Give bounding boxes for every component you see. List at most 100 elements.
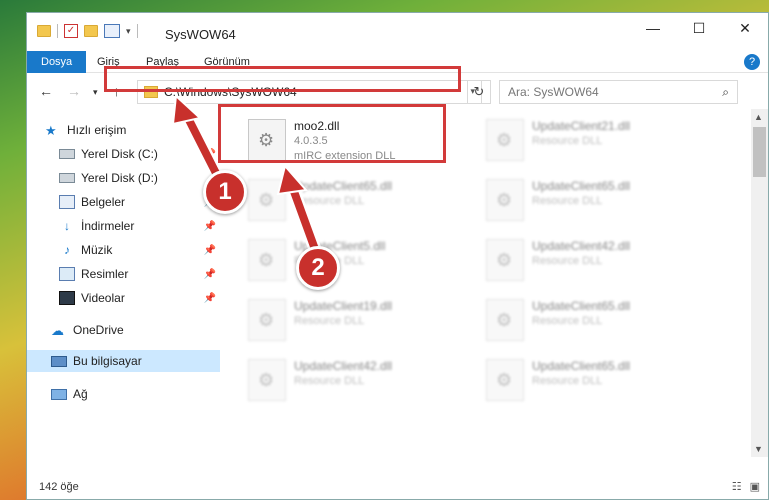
- dll-file-icon: [486, 239, 524, 281]
- file-description: Resource DLL: [532, 375, 603, 387]
- sidebar-item-music[interactable]: ♪ Müzik 📌: [27, 239, 220, 261]
- file-name: UpdateClient65.dll: [294, 179, 393, 193]
- sidebar-item-label: OneDrive: [73, 323, 124, 337]
- address-highlight-box: [104, 66, 461, 92]
- pin-icon[interactable]: 📌: [204, 149, 216, 160]
- help-icon[interactable]: ?: [744, 54, 760, 70]
- divider: [57, 24, 58, 38]
- computer-icon: [51, 355, 67, 367]
- sidebar-item-videos[interactable]: Videolar 📌: [27, 287, 220, 309]
- sidebar-item-disk-c[interactable]: Yerel Disk (C:) 📌: [27, 143, 220, 165]
- sidebar-item-downloads[interactable]: ↓ İndirmeler 📌: [27, 215, 220, 237]
- search-input[interactable]: Ara: SysWOW64 ⌕: [499, 80, 738, 104]
- cloud-icon: ☁: [51, 323, 64, 338]
- title-bar: ✓ ▾ SysWOW64 — ☐ ✕: [27, 13, 768, 53]
- file-description: Resource DLL: [532, 135, 603, 147]
- file-highlight-box: [218, 104, 446, 163]
- dll-file-icon: [248, 239, 286, 281]
- customize-dropdown-icon[interactable]: ▾: [126, 26, 131, 37]
- dll-file-icon: [486, 119, 524, 161]
- sidebar-item-label: Yerel Disk (C:): [81, 147, 158, 161]
- list-item[interactable]: UpdateClient19.dll Resource DLL: [248, 299, 478, 349]
- star-icon: ★: [45, 123, 57, 138]
- list-item[interactable]: UpdateClient65.dll Resource DLL: [486, 299, 716, 349]
- window-title: SysWOW64: [165, 27, 236, 42]
- pin-icon[interactable]: 📌: [204, 269, 216, 280]
- divider: [136, 24, 138, 38]
- sidebar-item-disk-d[interactable]: Yerel Disk (D:): [27, 167, 220, 189]
- view-switcher: ☷ ▣: [732, 480, 760, 493]
- pin-icon[interactable]: 📌: [204, 293, 216, 304]
- sidebar-item-label: Hızlı erişim: [67, 123, 127, 137]
- list-item[interactable]: UpdateClient5.dllResource DLL: [248, 239, 478, 289]
- back-arrow-icon[interactable]: ←: [39, 83, 53, 99]
- music-icon: ♪: [64, 243, 70, 257]
- dll-file-icon: [248, 179, 286, 221]
- list-item[interactable]: UpdateClient65.dll Resource DLL: [486, 179, 716, 229]
- sidebar-item-label: Belgeler: [81, 195, 126, 209]
- list-item[interactable]: UpdateClient21.dll Resource DLL: [486, 119, 716, 169]
- pin-icon[interactable]: 📌: [204, 245, 216, 256]
- drive-icon: [59, 173, 75, 183]
- list-item[interactable]: UpdateClient65.dll Resource DLL: [486, 359, 716, 409]
- quick-access-toolbar: ✓ ▾: [37, 24, 138, 38]
- network-icon: [51, 388, 67, 400]
- properties-icon[interactable]: [104, 24, 120, 38]
- file-name: UpdateClient65.dll: [532, 359, 631, 373]
- sidebar-item-label: Yerel Disk (D:): [81, 171, 158, 185]
- dll-file-icon: [248, 299, 286, 341]
- sidebar-item-label: Ağ: [73, 387, 88, 401]
- sidebar-item-label: İndirmeler: [81, 219, 135, 233]
- scroll-down-icon[interactable]: ▼: [754, 444, 763, 454]
- sidebar-item-label: Müzik: [81, 243, 113, 257]
- navigation-pane: ★ Hızlı erişim Yerel Disk (C:) 📌 Yerel D…: [27, 113, 220, 458]
- list-item[interactable]: UpdateClient65.dll Resource DLL: [248, 179, 478, 229]
- sidebar-item-label: Resimler: [81, 267, 129, 281]
- sidebar-item-this-pc[interactable]: Bu bilgisayar: [27, 350, 220, 372]
- large-icons-view-icon[interactable]: ▣: [750, 480, 760, 493]
- forward-arrow-icon[interactable]: →: [67, 83, 81, 99]
- videos-icon: [59, 291, 75, 305]
- tab-file[interactable]: Dosya: [27, 51, 87, 73]
- dll-file-icon: [248, 359, 286, 401]
- file-name: UpdateClient65.dll: [532, 179, 631, 193]
- dll-file-icon: [486, 299, 524, 341]
- scroll-thumb[interactable]: [753, 127, 766, 177]
- step-badge-1: 1: [203, 170, 247, 214]
- refresh-icon[interactable]: ↻: [467, 80, 491, 104]
- new-folder-icon[interactable]: [84, 25, 98, 37]
- details-view-icon[interactable]: ☷: [732, 480, 742, 493]
- file-name: UpdateClient21.dll: [532, 119, 631, 133]
- step-badge-2: 2: [296, 246, 340, 290]
- status-bar: 142 öğe ☷ ▣: [27, 475, 768, 499]
- scroll-up-icon[interactable]: ▲: [754, 112, 763, 122]
- minimize-icon[interactable]: —: [630, 13, 676, 43]
- pictures-icon: [59, 267, 75, 281]
- file-name: UpdateClient65.dll: [532, 299, 631, 313]
- sidebar-item-network[interactable]: Ağ: [27, 383, 220, 405]
- maximize-icon[interactable]: ☐: [676, 13, 722, 43]
- sidebar-item-label: Bu bilgisayar: [73, 354, 142, 368]
- recent-locations-icon[interactable]: ▾: [93, 87, 98, 98]
- file-description: Resource DLL: [532, 195, 603, 207]
- sidebar-item-pictures[interactable]: Resimler 📌: [27, 263, 220, 285]
- window-controls: — ☐ ✕: [630, 13, 768, 43]
- pin-icon[interactable]: 📌: [204, 221, 216, 232]
- sidebar-item-onedrive[interactable]: ☁ OneDrive: [27, 319, 220, 341]
- list-item[interactable]: UpdateClient42.dll Resource DLL: [248, 359, 478, 409]
- file-description: Resource DLL: [532, 315, 603, 327]
- search-icon[interactable]: ⌕: [722, 85, 729, 100]
- dll-file-icon: [486, 359, 524, 401]
- download-icon: ↓: [64, 219, 70, 233]
- documents-icon: [59, 195, 75, 209]
- file-description: Resource DLL: [532, 255, 603, 267]
- list-item[interactable]: UpdateClient42.dll Resource DLL: [486, 239, 716, 289]
- sidebar-item-quick-access[interactable]: ★ Hızlı erişim: [27, 119, 220, 141]
- sidebar-item-documents[interactable]: Belgeler 📌: [27, 191, 220, 213]
- file-name: UpdateClient42.dll: [294, 359, 393, 373]
- close-icon[interactable]: ✕: [722, 13, 768, 43]
- properties-check-icon[interactable]: ✓: [64, 24, 78, 38]
- folder-icon: [37, 25, 51, 37]
- file-name: UpdateClient42.dll: [532, 239, 631, 253]
- vertical-scrollbar[interactable]: ▲ ▼: [751, 109, 768, 457]
